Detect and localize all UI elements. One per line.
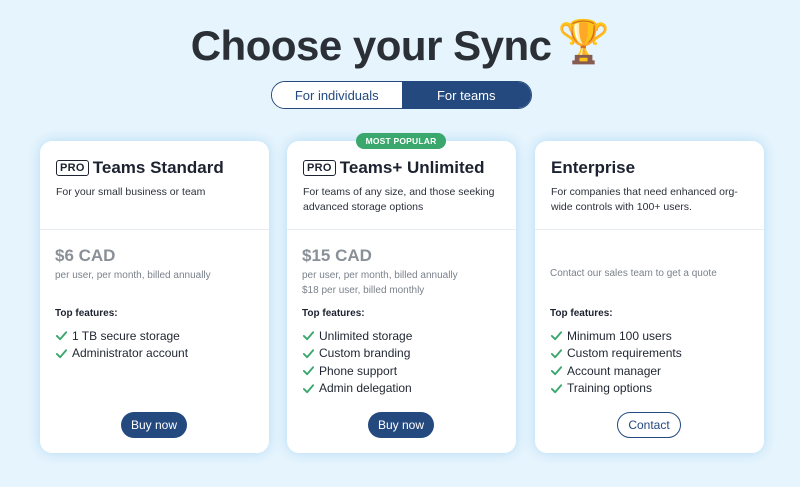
- feature-item: Unlimited storage: [302, 327, 412, 345]
- plan-price: $15 CAD: [302, 246, 372, 265]
- feature-text: Custom branding: [319, 346, 411, 361]
- contact-button[interactable]: Contact: [617, 412, 681, 438]
- pro-badge: PRO: [303, 160, 336, 176]
- plan-title: PRO Teams Standard: [56, 157, 254, 179]
- check-icon: [550, 366, 563, 376]
- feature-item: 1 TB secure storage: [55, 327, 188, 345]
- feature-text: Custom requirements: [567, 346, 682, 361]
- plan-price: $6 CAD: [55, 246, 116, 265]
- buy-now-button[interactable]: Buy now: [368, 412, 434, 438]
- check-icon: [302, 366, 315, 376]
- contact-sales-note: Contact our sales team to get a quote: [550, 268, 717, 279]
- page-title-text: Choose your Sync: [190, 22, 552, 69]
- trophy-icon: 🏆: [557, 18, 610, 65]
- feature-item: Custom branding: [302, 345, 412, 363]
- billing-info-monthly: $18 per user, billed monthly: [302, 285, 425, 296]
- check-icon: [550, 331, 563, 341]
- page-title: Choose your Sync 🏆: [0, 18, 800, 70]
- check-icon: [302, 384, 315, 393]
- features-list: Unlimited storage Custom branding Phone …: [302, 327, 412, 397]
- plan-title: PRO Teams+ Unlimited: [303, 157, 501, 179]
- feature-text: Minimum 100 users: [567, 328, 672, 343]
- feature-text: Phone support: [319, 363, 398, 378]
- feature-item: Phone support: [302, 362, 412, 380]
- plan-card-teams-plus-unlimited: PRO Teams+ Unlimited For teams of any si…: [287, 141, 516, 453]
- plan-description: For teams of any size, and those seeking…: [303, 186, 495, 213]
- plan-description: For your small business or team: [56, 186, 206, 198]
- plan-name: Teams+ Unlimited: [339, 158, 485, 177]
- feature-text: Admin delegation: [319, 381, 412, 396]
- billing-info: per user, per month, billed annually: [302, 270, 458, 281]
- toggle-individuals[interactable]: For individuals: [272, 82, 402, 108]
- plan-name: Enterprise: [551, 158, 636, 177]
- plan-card-teams-standard: PRO Teams Standard For your small busine…: [40, 141, 269, 453]
- feature-item: Administrator account: [55, 345, 188, 363]
- feature-text: 1 TB secure storage: [72, 328, 180, 343]
- feature-item: Account manager: [550, 362, 682, 380]
- most-popular-badge: MOST POPULAR: [356, 133, 446, 149]
- features-label: Top features:: [55, 308, 118, 319]
- feature-text: Unlimited storage: [319, 328, 413, 343]
- check-icon: [550, 349, 563, 358]
- check-icon: [302, 331, 315, 341]
- buy-now-button[interactable]: Buy now: [121, 412, 187, 438]
- feature-item: Minimum 100 users: [550, 327, 682, 345]
- features-label: Top features:: [550, 308, 613, 319]
- plan-type-toggle: For individuals For teams: [271, 81, 532, 109]
- billing-info: per user, per month, billed annually: [55, 270, 211, 281]
- feature-item: Training options: [550, 380, 682, 398]
- feature-text: Account manager: [567, 363, 662, 378]
- check-icon: [55, 349, 68, 358]
- feature-item: Custom requirements: [550, 345, 682, 363]
- feature-text: Training options: [567, 381, 652, 396]
- check-icon: [302, 349, 315, 358]
- plan-title: Enterprise: [551, 157, 749, 179]
- feature-item: Admin delegation: [302, 380, 412, 398]
- plan-card-enterprise: Enterprise For companies that need enhan…: [535, 141, 764, 453]
- pro-badge: PRO: [56, 160, 89, 176]
- toggle-teams[interactable]: For teams: [401, 82, 531, 108]
- feature-text: Administrator account: [72, 346, 189, 361]
- features-list: 1 TB secure storage Administrator accoun…: [55, 327, 188, 362]
- plan-name: Teams Standard: [92, 158, 224, 177]
- check-icon: [550, 384, 563, 393]
- plan-description: For companies that need enhanced org-wid…: [551, 186, 738, 213]
- features-list: Minimum 100 users Custom requirements Ac…: [550, 327, 682, 397]
- check-icon: [55, 331, 68, 341]
- features-label: Top features:: [302, 308, 365, 319]
